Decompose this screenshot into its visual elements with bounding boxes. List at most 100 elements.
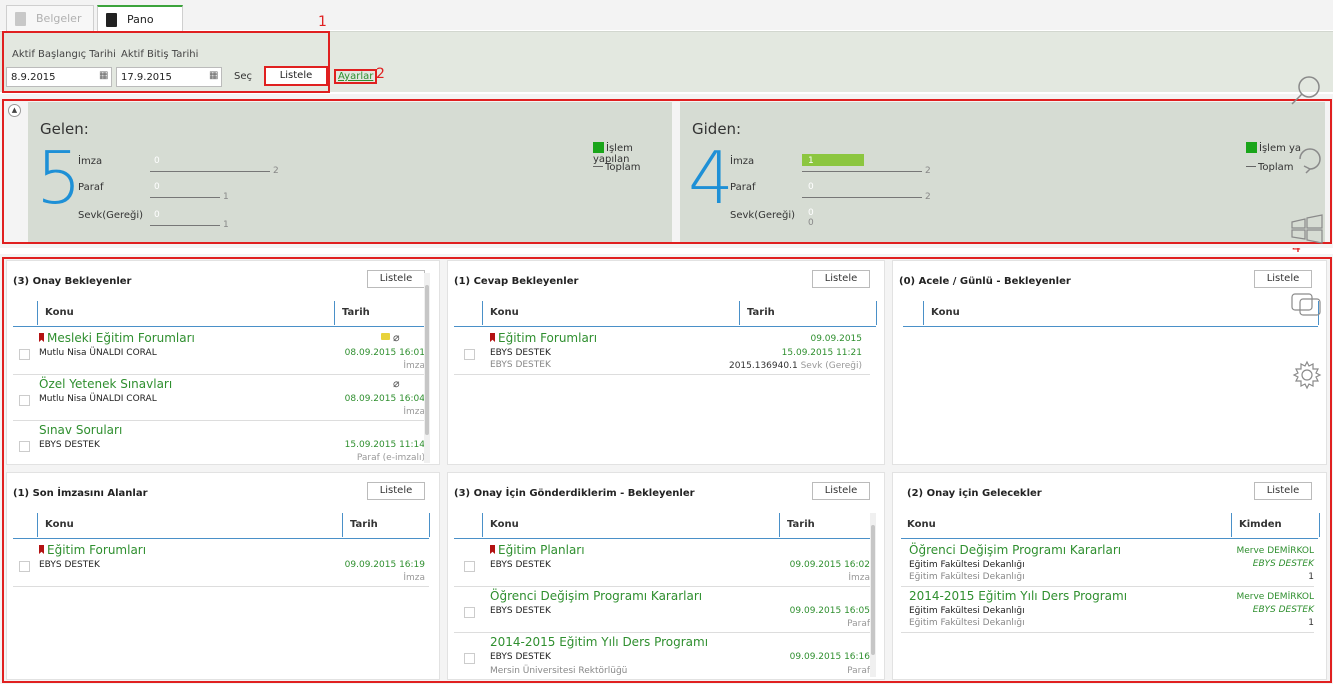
sec-button[interactable]: Seç bbox=[234, 71, 252, 82]
table-row[interactable]: Eğitim Forumları EBYS DESTEK EBYS DESTEK… bbox=[454, 329, 870, 375]
giden-total: 4 bbox=[688, 136, 734, 220]
table-row[interactable]: Özel Yetenek Sınavları Mutlu Nisa ÜNALDI… bbox=[13, 375, 425, 421]
col-konu[interactable]: Konu bbox=[39, 511, 74, 539]
calendar-icon[interactable]: ▦ bbox=[209, 70, 218, 81]
col-konu[interactable]: Konu bbox=[484, 299, 519, 327]
table-row[interactable]: Sınav Soruları EBYS DESTEK 15.09.2015 11… bbox=[13, 421, 425, 461]
legend-total: Toplam bbox=[1246, 162, 1294, 173]
listele-button[interactable]: Listele bbox=[367, 270, 425, 288]
giden-row-label: Sevk(Gereği) bbox=[730, 210, 796, 221]
book-icon bbox=[15, 11, 26, 26]
row-sender-secondary: Mersin Üniversitesi Rektörlüğü bbox=[490, 666, 628, 676]
annotation-number: 1 bbox=[318, 14, 327, 30]
col-konu[interactable]: Konu bbox=[901, 511, 936, 539]
col-tarih[interactable]: Tarih bbox=[781, 511, 815, 539]
table-row[interactable]: Eğitim Planları EBYS DESTEK 09.09.2015 1… bbox=[454, 541, 870, 587]
table-header: Konu Tarih bbox=[13, 511, 430, 539]
tab-belgeler[interactable]: Belgeler bbox=[6, 5, 94, 31]
row-type: İmza bbox=[403, 573, 425, 583]
screens-icon[interactable] bbox=[1290, 290, 1322, 320]
col-konu[interactable]: Konu bbox=[925, 299, 960, 327]
widget-title: (1) Cevap Bekleyenler bbox=[454, 276, 579, 287]
row-type: Paraf bbox=[847, 666, 870, 676]
row-subject: 2014-2015 Eğitim Yılı Ders Programı bbox=[909, 589, 1128, 603]
row-subject: Mesleki Eğitim Forumları bbox=[47, 331, 195, 345]
giden-row-line bbox=[802, 171, 922, 172]
refresh-icon[interactable] bbox=[1294, 142, 1326, 176]
table-row[interactable]: Mesleki Eğitim Forumları Mutlu Nisa ÜNAL… bbox=[13, 329, 425, 375]
bookmark-icon bbox=[490, 545, 495, 554]
row-checkbox[interactable] bbox=[464, 653, 475, 664]
collapse-icon[interactable]: ▲ bbox=[8, 104, 21, 117]
col-tarih[interactable]: Tarih bbox=[344, 511, 378, 539]
row-sender: Eğitim Fakültesi Dekanlığı bbox=[909, 606, 1025, 616]
start-date-input[interactable] bbox=[6, 67, 112, 87]
gelen-row-label: Sevk(Gereği) bbox=[78, 210, 144, 221]
giden-row-total: 2 bbox=[925, 192, 931, 202]
listele-button[interactable]: Listele bbox=[264, 66, 328, 86]
gelen-row-total: 1 bbox=[223, 220, 229, 230]
row-checkbox[interactable] bbox=[19, 441, 30, 452]
row-sender: EBYS DESTEK bbox=[490, 560, 551, 570]
scrollbar-thumb[interactable] bbox=[871, 525, 875, 655]
col-kimden[interactable]: Kimden bbox=[1233, 511, 1282, 539]
windows-icon[interactable] bbox=[1290, 214, 1324, 244]
col-konu[interactable]: Konu bbox=[484, 511, 519, 539]
row-count: 1 bbox=[1308, 618, 1314, 628]
row-code: 2015.136940.1 Sevk (Gereği) bbox=[728, 361, 862, 371]
search-icon[interactable] bbox=[1288, 74, 1324, 108]
table-row[interactable]: 2014-2015 Eğitim Yılı Ders Programı Eğit… bbox=[901, 587, 1314, 633]
widget-title: (2) Onay için Gelecekler bbox=[907, 488, 1042, 499]
table-row[interactable]: Eğitim Forumları EBYS DESTEK 09.09.2015 … bbox=[13, 541, 429, 587]
col-konu[interactable]: Konu bbox=[39, 299, 74, 327]
legend-swatch bbox=[593, 142, 604, 153]
end-date-input[interactable] bbox=[116, 67, 222, 87]
table-row[interactable]: Öğrenci Değişim Programı Kararları Eğiti… bbox=[901, 541, 1314, 587]
row-checkbox[interactable] bbox=[19, 349, 30, 360]
listele-button[interactable]: Listele bbox=[812, 482, 870, 500]
giden-row-total: 0 bbox=[808, 218, 814, 228]
row-checkbox[interactable] bbox=[464, 607, 475, 618]
giden-panel: Giden: 4 İmza 1 2 Paraf 0 2 Sevk(Gereği)… bbox=[680, 102, 1325, 242]
paperclip-icon: ⌀ bbox=[393, 331, 400, 344]
listele-button[interactable]: Listele bbox=[1254, 270, 1312, 288]
row-from: Merve DEMİRKOL bbox=[1236, 546, 1314, 556]
gelen-row-done: 0 bbox=[154, 156, 160, 166]
table-row[interactable]: Öğrenci Değişim Programı Kararları EBYS … bbox=[454, 587, 870, 633]
gelen-row-line bbox=[150, 171, 270, 172]
bookmark-icon bbox=[39, 333, 44, 342]
giden-row-label: Paraf bbox=[730, 182, 756, 193]
listele-button[interactable]: Listele bbox=[812, 270, 870, 288]
row-checkbox[interactable] bbox=[19, 395, 30, 406]
tab-pano[interactable]: Pano bbox=[97, 5, 183, 32]
gelen-panel: Gelen: 5 İmza 0 2 Paraf 0 1 Sevk(Gereği)… bbox=[28, 102, 672, 242]
row-date: 09.09.2015 16:19 bbox=[344, 560, 425, 570]
row-subject: Eğitim Planları bbox=[498, 543, 585, 557]
legend-total: Toplam bbox=[593, 162, 641, 173]
row-count: 1 bbox=[1308, 572, 1314, 582]
listele-button[interactable]: Listele bbox=[367, 482, 425, 500]
row-checkbox[interactable] bbox=[464, 349, 475, 360]
settings-icon[interactable] bbox=[1292, 360, 1322, 390]
row-checkbox[interactable] bbox=[464, 561, 475, 572]
giden-row-line bbox=[802, 197, 922, 198]
row-checkbox[interactable] bbox=[19, 561, 30, 572]
paperclip-icon: ⌀ bbox=[393, 377, 400, 390]
ayarlar-link[interactable]: Ayarlar bbox=[334, 69, 378, 84]
calendar-icon[interactable]: ▦ bbox=[99, 70, 108, 81]
listele-button[interactable]: Listele bbox=[1254, 482, 1312, 500]
col-tarih[interactable]: Tarih bbox=[741, 299, 775, 327]
table-header: Konu Kimden bbox=[901, 511, 1320, 539]
row-date: 15.09.2015 11:21 bbox=[781, 348, 862, 358]
row-from: Merve DEMİRKOL bbox=[1236, 592, 1314, 602]
row-date: 08.09.2015 16:01 bbox=[344, 348, 425, 358]
scrollbar[interactable] bbox=[424, 273, 430, 463]
scrollbar-thumb[interactable] bbox=[425, 285, 429, 435]
legend-swatch bbox=[1246, 142, 1257, 153]
row-sender: EBYS DESTEK bbox=[39, 560, 100, 570]
table-row[interactable]: 2014-2015 Eğitim Yılı Ders Programı EBYS… bbox=[454, 633, 870, 677]
start-date-label: Aktif Başlangıç Tarihi bbox=[12, 49, 116, 60]
row-subject: Eğitim Forumları bbox=[498, 331, 598, 345]
col-tarih[interactable]: Tarih bbox=[336, 299, 370, 327]
scrollbar[interactable] bbox=[870, 513, 876, 677]
